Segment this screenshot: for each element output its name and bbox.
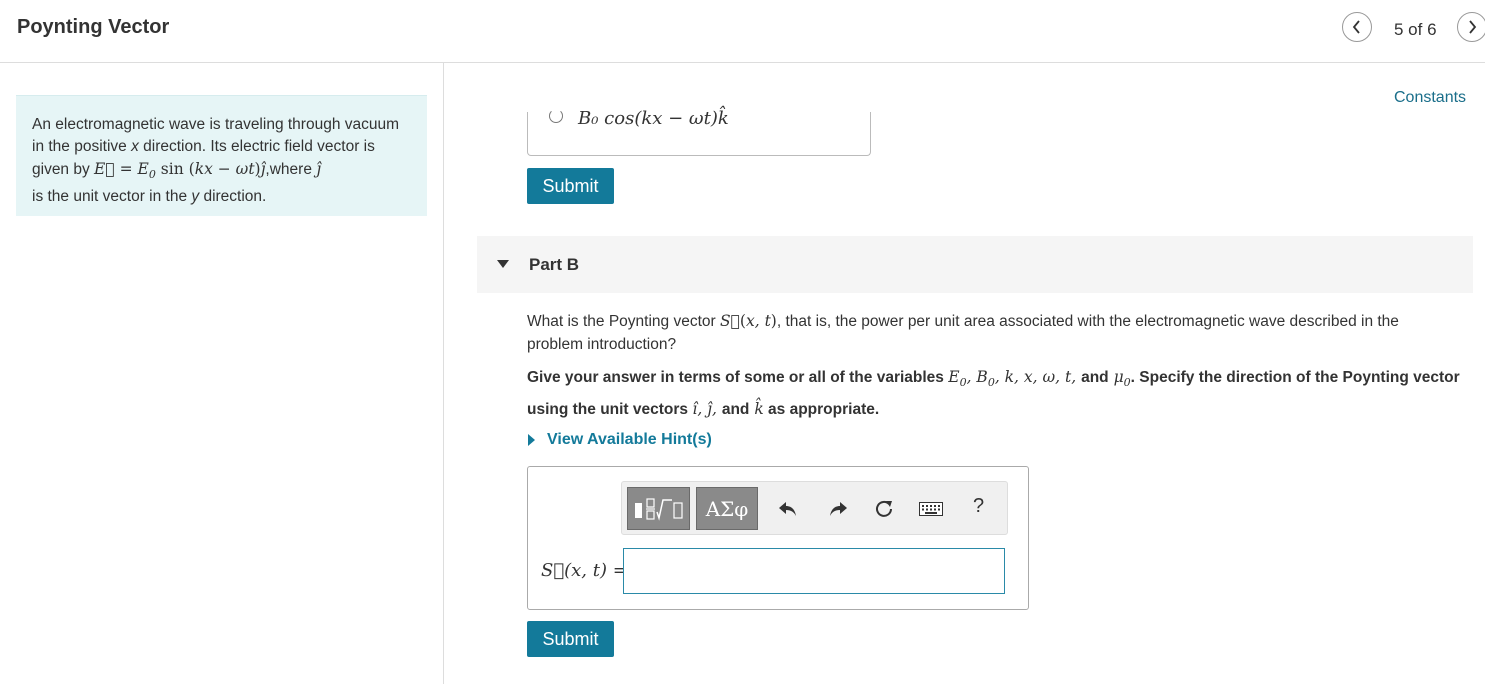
next-button[interactable] <box>1457 12 1485 42</box>
problem-introduction: An electromagnetic wave is traveling thr… <box>16 95 427 216</box>
chevron-right-icon <box>1469 20 1477 34</box>
intro-y-var: y <box>191 188 200 206</box>
undo-icon <box>779 502 796 516</box>
header-bar: Poynting Vector 5 of 6 <box>0 0 1485 63</box>
previous-button[interactable] <box>1342 12 1372 42</box>
part-b-instruction: Give your answer in terms of some or all… <box>527 364 1472 423</box>
part-b-label: Part B <box>529 255 580 274</box>
reset-button[interactable] <box>872 497 896 521</box>
unit-vector-j: ĵ <box>316 160 322 178</box>
reset-icon <box>876 500 892 517</box>
greek-symbols-button[interactable]: ΑΣφ <box>696 487 758 530</box>
answer-option-radio[interactable] <box>549 109 563 123</box>
intro-text-4: is the unit vector in the <box>32 188 192 206</box>
part-b-question: What is the Poynting vector S⃗(x, t), th… <box>527 310 1457 356</box>
undo-button[interactable] <box>776 497 800 521</box>
poynting-vector-symbol: S⃗(x, t) <box>719 312 777 330</box>
redo-button[interactable] <box>826 497 850 521</box>
redo-icon <box>830 502 847 516</box>
templates-button[interactable] <box>627 487 690 530</box>
intro-text-3: ,where <box>265 161 317 178</box>
instruction-text-3: as appropriate. <box>763 401 880 419</box>
intro-text-5: direction. <box>199 188 267 206</box>
math-templates-icon <box>634 497 683 521</box>
part-b-header[interactable] <box>477 236 1473 293</box>
chevron-left-icon <box>1352 20 1360 34</box>
constants-link[interactable]: Constants <box>1394 89 1466 107</box>
electric-field-expression: E⃗ = E0 sin (kx − ωt)ĵ <box>94 160 266 182</box>
part-a-submit-button[interactable]: Submit <box>527 168 614 204</box>
pane-divider <box>443 63 444 684</box>
intro-x-var: x <box>131 138 139 155</box>
keyboard-icon <box>919 502 943 516</box>
page-title: Poynting Vector <box>17 16 170 38</box>
caret-down-icon <box>497 260 509 268</box>
answer-option-expression: B₀ cos(kx − ωt)k̂ <box>578 108 729 129</box>
answer-input[interactable] <box>623 548 1005 594</box>
keyboard-button[interactable] <box>919 497 943 521</box>
answer-label: S⃗(x, t) = <box>541 560 628 581</box>
page-counter: 5 of 6 <box>1394 20 1437 39</box>
unit-vector-list: î, ĵ, and k̂ <box>692 400 764 419</box>
part-b-submit-button[interactable]: Submit <box>527 621 614 657</box>
variable-list: E0, B0, k, x, ω, t, and μ0 <box>948 368 1131 390</box>
instruction-text-1: Give your answer in terms of some or all… <box>527 369 949 386</box>
question-text-1: What is the Poynting vector <box>527 313 720 330</box>
help-button[interactable]: ? <box>973 495 984 518</box>
view-hints-link[interactable]: View Available Hint(s) <box>547 431 712 449</box>
caret-right-icon <box>528 434 535 446</box>
